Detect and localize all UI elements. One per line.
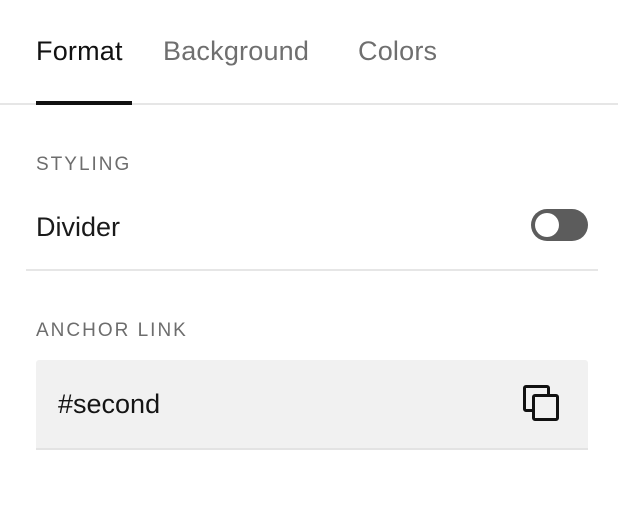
divider-label: Divider (36, 212, 121, 242)
copy-anchor-button[interactable] (522, 384, 562, 424)
anchor-link-value[interactable]: #second (58, 387, 160, 421)
divider-toggle[interactable] (531, 209, 588, 241)
anchor-link-section-label: ANCHOR LINK (36, 320, 188, 341)
anchor-link-field[interactable]: #second (36, 360, 588, 450)
section-settings-panel: Format Background Colors STYLING Divider… (0, 0, 618, 520)
active-tab-indicator (36, 101, 132, 105)
styling-section-label: STYLING (36, 154, 132, 175)
tab-colors[interactable]: Colors (358, 34, 437, 68)
toggle-knob (535, 213, 559, 237)
copy-icon (522, 384, 562, 424)
tab-background[interactable]: Background (163, 34, 309, 68)
tab-bar: Format Background Colors (0, 0, 618, 105)
tab-format[interactable]: Format (36, 34, 123, 68)
divider-setting-row: Divider (26, 190, 598, 271)
